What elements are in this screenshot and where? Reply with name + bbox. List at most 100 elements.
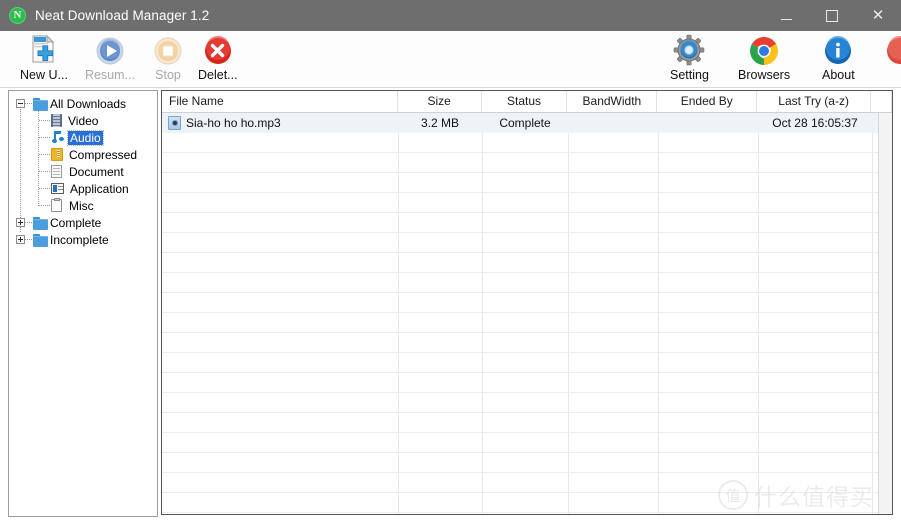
row-separator (162, 332, 892, 333)
sidebar-item-application[interactable]: Application (9, 180, 157, 197)
sidebar-label-all-downloads: All Downloads (50, 96, 127, 111)
quit-icon (884, 34, 901, 66)
folder-icon (33, 97, 48, 111)
grid-line (482, 113, 483, 514)
row-separator (162, 432, 892, 433)
document-icon (51, 165, 62, 178)
downloads-table-body[interactable]: Sia-ho ho ho.mp3 3.2 MB Complete Oct 28 … (162, 113, 892, 514)
sidebar-label-compressed: Compressed (69, 147, 138, 162)
toolbar-label-stop: Stop (155, 68, 181, 82)
row-separator (162, 452, 892, 453)
cell-file-name: Sia-ho ho ho.mp3 (186, 116, 281, 130)
chrome-browser-icon (748, 34, 780, 66)
row-separator (162, 192, 892, 193)
column-header-status[interactable]: Status (482, 91, 568, 112)
mp3-file-icon (168, 116, 181, 130)
row-separator (162, 212, 892, 213)
cell-last-try: Oct 28 16:05:37 (772, 116, 858, 130)
main-toolbar: New U... Resum... Stop Delet... Setting … (0, 31, 901, 88)
column-header-ended-by[interactable]: Ended By (657, 91, 758, 112)
row-separator (162, 372, 892, 373)
toolbar-label-browsers: Browsers (738, 68, 791, 82)
tree-connector (39, 137, 50, 138)
category-tree-panel[interactable]: All Downloads Video Audio Compressed Doc… (8, 90, 158, 517)
tree-connector (39, 171, 50, 172)
title-bar: N Neat Download Manager 1.2 ✕ (0, 0, 901, 31)
minimize-button[interactable] (763, 0, 809, 31)
toolbar-button-browsers[interactable]: Browsers (738, 34, 790, 82)
sidebar-item-document[interactable]: Document (9, 163, 157, 180)
cell-status: Complete (499, 116, 551, 130)
sidebar-label-application: Application (70, 181, 129, 196)
column-header-file-name[interactable]: File Name (162, 91, 398, 112)
vertical-scrollbar-gutter[interactable] (878, 113, 892, 514)
category-tree: All Downloads Video Audio Compressed Doc… (9, 91, 157, 248)
sidebar-label-video: Video (68, 113, 99, 128)
toolbar-button-new-url[interactable]: New U... (20, 34, 68, 82)
column-header-size[interactable]: Size (398, 91, 482, 112)
sidebar-item-complete[interactable]: Complete (9, 214, 157, 231)
tree-connector (25, 222, 32, 223)
sidebar-item-all-downloads[interactable]: All Downloads (9, 95, 157, 112)
row-separator (162, 512, 892, 513)
grid-line (758, 113, 759, 514)
application-icon (51, 183, 64, 194)
toolbar-label-resume: Resum... (85, 68, 136, 82)
row-separator (162, 472, 892, 473)
sidebar-label-audio: Audio (67, 129, 104, 146)
row-separator (162, 292, 892, 293)
toolbar-button-delete[interactable]: Delet... (198, 34, 238, 82)
row-separator (162, 412, 892, 413)
sidebar-item-compressed[interactable]: Compressed (9, 146, 157, 163)
expander-plus-icon[interactable] (16, 235, 25, 244)
toolbar-label-delete: Delet... (198, 68, 238, 82)
table-row[interactable]: Sia-ho ho ho.mp3 3.2 MB Complete Oct 28 … (162, 113, 892, 133)
row-separator (162, 172, 892, 173)
toolbar-button-quit[interactable] (884, 34, 901, 69)
sidebar-item-misc[interactable]: Misc (9, 197, 157, 214)
sidebar-label-document: Document (69, 164, 124, 179)
sidebar-item-audio[interactable]: Audio (9, 129, 157, 146)
row-separator (162, 272, 892, 273)
expander-minus-icon[interactable] (16, 99, 25, 108)
sidebar-item-incomplete[interactable]: Incomplete (9, 231, 157, 248)
column-header-bandwidth[interactable]: BandWidth (567, 91, 658, 112)
downloads-table-header: File Name Size Status BandWidth Ended By… (162, 91, 892, 113)
delete-icon (202, 34, 234, 66)
column-header-last-try[interactable]: Last Try (a-z) (757, 91, 872, 112)
app-logo-icon: N (9, 7, 26, 24)
toolbar-label-setting: Setting (670, 68, 709, 82)
resume-icon (94, 34, 126, 66)
column-header-extra[interactable] (871, 91, 892, 112)
toolbar-button-about[interactable]: About (822, 34, 855, 82)
video-icon (51, 114, 62, 127)
toolbar-button-stop[interactable]: Stop (152, 34, 184, 82)
expander-plus-icon[interactable] (16, 218, 25, 227)
toolbar-button-resume[interactable]: Resum... (85, 34, 135, 82)
tree-connector (39, 188, 50, 189)
sidebar-label-incomplete: Incomplete (50, 232, 109, 247)
tree-connector (39, 205, 50, 206)
application-window: N Neat Download Manager 1.2 ✕ New U... R… (0, 0, 901, 523)
tree-connector (25, 103, 32, 104)
row-separator (162, 352, 892, 353)
folder-icon (33, 233, 48, 247)
row-separator (162, 232, 892, 233)
toolbar-label-new-url: New U... (20, 68, 68, 82)
grid-line (568, 113, 569, 514)
sidebar-label-complete: Complete (50, 215, 102, 230)
app-logo-letter: N (13, 9, 22, 21)
cell-bandwidth (568, 113, 658, 133)
audio-icon (51, 131, 64, 144)
downloads-list-panel: File Name Size Status BandWidth Ended By… (161, 90, 893, 515)
row-separator (162, 312, 892, 313)
cell-size: 3.2 MB (420, 116, 459, 130)
sidebar-item-video[interactable]: Video (9, 112, 157, 129)
close-button[interactable]: ✕ (855, 0, 901, 31)
maximize-button[interactable] (809, 0, 855, 31)
about-info-icon (822, 34, 854, 66)
row-separator (162, 252, 892, 253)
grid-line (398, 113, 399, 514)
cell-ended-by (658, 113, 758, 133)
toolbar-button-setting[interactable]: Setting (670, 34, 709, 82)
